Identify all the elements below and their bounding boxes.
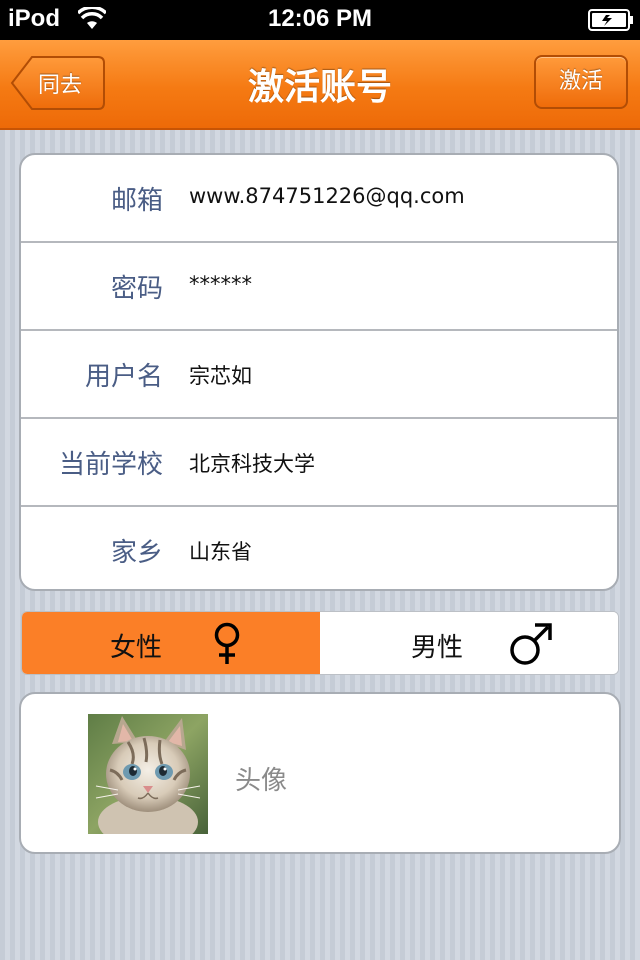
password-label: 密码: [110, 274, 163, 304]
form-row-hometown: 家乡 山东省: [21, 507, 617, 589]
battery-icon: [588, 9, 634, 35]
female-symbol-icon: [214, 622, 240, 664]
username-field[interactable]: 宗芯如: [189, 360, 609, 390]
email-field[interactable]: www.874751226@qq.com: [189, 184, 609, 208]
account-form: 邮箱 www.874751226@qq.com 密码 ****** 用户名 宗芯…: [19, 153, 619, 591]
hometown-label: 家乡: [110, 538, 163, 568]
school-label: 当前学校: [58, 450, 163, 480]
avatar[interactable]: [88, 714, 208, 834]
activate-button[interactable]: 激活: [534, 55, 628, 109]
avatar-card: 头像: [19, 692, 621, 854]
status-bar: iPod 12:06 PM: [0, 0, 640, 40]
form-row-email: 邮箱 www.874751226@qq.com: [21, 155, 617, 243]
email-label: 邮箱: [110, 186, 163, 216]
school-field[interactable]: 北京科技大学: [189, 448, 609, 478]
avatar-label: 头像: [235, 766, 288, 796]
form-row-username: 用户名 宗芯如: [21, 331, 617, 419]
password-field[interactable]: ******: [189, 272, 609, 296]
male-symbol-icon: [510, 623, 552, 665]
gender-segmented-control: 女性 男性: [21, 611, 619, 675]
form-row-school: 当前学校 北京科技大学: [21, 419, 617, 507]
hometown-field[interactable]: 山东省: [189, 536, 609, 566]
gender-option-female[interactable]: 女性: [22, 612, 320, 674]
username-label: 用户名: [84, 362, 163, 392]
navigation-bar: 同去 激活账号 激活: [0, 40, 640, 130]
female-label: 女性: [110, 633, 163, 663]
gender-option-male[interactable]: 男性: [320, 612, 618, 674]
form-row-password: 密码 ******: [21, 243, 617, 331]
male-label: 男性: [411, 633, 464, 663]
clock-time: 12:06 PM: [267, 5, 373, 32]
